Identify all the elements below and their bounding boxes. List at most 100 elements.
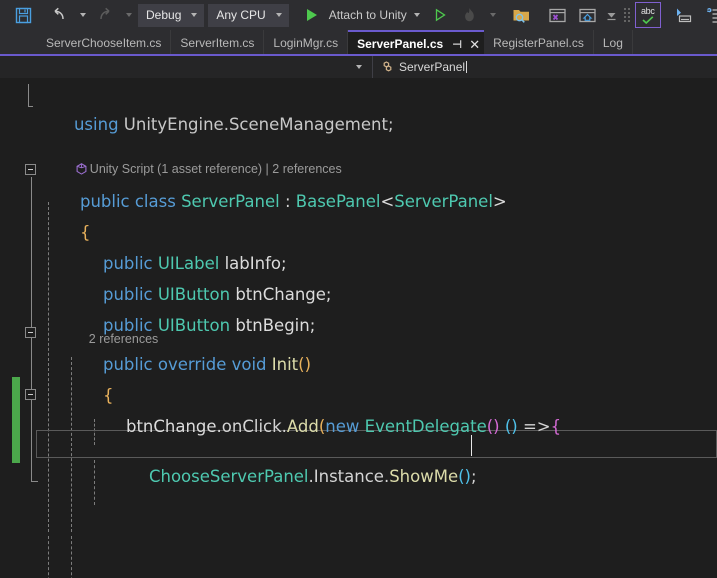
- undo-icon: [54, 7, 64, 20]
- chevron-down-icon: [490, 13, 497, 17]
- tab-serverpanel[interactable]: ServerPanel.cs ⊣ ✕: [348, 30, 485, 56]
- chevron-down-icon: [191, 13, 198, 17]
- spellcheck-label: abc: [640, 5, 655, 16]
- token-namespace: UnityEngine.SceneManagement;: [123, 115, 394, 134]
- tab-label: ServerChooseItem.cs: [46, 36, 162, 50]
- attach-to-unity-icon-button[interactable]: [543, 2, 573, 28]
- code-line-10[interactable]: public override void Init(): [61, 318, 311, 374]
- nav-text-caret: [466, 61, 468, 73]
- tab-serverchooseitem[interactable]: ServerChooseItem.cs: [37, 30, 172, 56]
- token-method: Init: [271, 355, 299, 374]
- text-caret: [471, 435, 472, 456]
- token-keyword: using: [73, 115, 119, 134]
- redo-icon: [100, 7, 110, 20]
- tab-label: LoginMgr.cs: [273, 36, 339, 50]
- open-unity-button[interactable]: [573, 2, 603, 28]
- code-line-12[interactable]: btnChange.onClick.Add(new EventDelegate(…: [84, 380, 561, 436]
- chevron-down-icon: [125, 13, 132, 17]
- navigate-backward-button[interactable]: [669, 2, 699, 28]
- token-lambda-parens: (): [504, 417, 518, 436]
- token-method: ShowMe: [389, 467, 459, 486]
- main-toolbar: Debug Any CPU Attach to Unity abc: [0, 0, 717, 30]
- unity-attach-icon: [549, 8, 566, 22]
- editor-navigation-bar: ServerPanel: [0, 56, 717, 78]
- solution-platform-value: Any CPU: [216, 8, 266, 22]
- spellcheck-toggle-button[interactable]: abc: [633, 2, 663, 28]
- tab-label: ServerItem.cs: [180, 36, 255, 50]
- token-parens: (): [298, 355, 312, 374]
- using-block-foot: [28, 106, 33, 107]
- solution-configuration-combo[interactable]: Debug: [138, 3, 205, 27]
- code-editor[interactable]: using UnityEngine.SceneManagement; Unity…: [0, 78, 717, 578]
- redo-button[interactable]: [90, 2, 120, 28]
- play-icon: [306, 9, 317, 21]
- tab-label: Log: [602, 36, 623, 50]
- start-debug-dropdown-button[interactable]: [409, 2, 425, 28]
- code-line-4[interactable]: public class ServerPanel : BasePanel<Ser…: [38, 155, 507, 211]
- tab-label: RegisterPanel.cs: [493, 36, 584, 50]
- member-name: ServerPanel: [399, 60, 466, 74]
- code-line-1[interactable]: using UnityEngine.SceneManagement;: [32, 78, 394, 134]
- chevron-down-icon: [275, 13, 282, 17]
- start-debug-label: Attach to Unity: [328, 8, 407, 22]
- code-line-14[interactable]: ChooseServerPanel.Instance.ShowMe();: [107, 430, 477, 486]
- token-type: ChooseServerPanel: [148, 467, 309, 486]
- undo-dropdown-button[interactable]: [74, 2, 90, 28]
- play-outline-icon: [435, 8, 446, 22]
- code-line-11[interactable]: {: [61, 349, 114, 405]
- nav-backward-icon: [677, 8, 692, 22]
- hot-reload-dropdown-button[interactable]: [485, 2, 501, 28]
- tab-serveritem[interactable]: ServerItem.cs: [171, 30, 265, 56]
- token-angler: >: [492, 192, 507, 211]
- member-dropdown[interactable]: ServerPanel: [373, 56, 717, 78]
- token-keyword: public override void: [102, 355, 272, 374]
- tab-list: ServerChooseItem.cs ServerItem.cs LoginM…: [0, 30, 717, 56]
- token-lambda-brace: {: [550, 417, 562, 436]
- code-text[interactable]: using UnityEngine.SceneManagement; Unity…: [0, 78, 717, 578]
- type-dropdown[interactable]: [0, 56, 373, 78]
- code-line-6[interactable]: public UILabel labInfo;: [61, 217, 287, 273]
- solution-platform-combo[interactable]: Any CPU: [208, 3, 289, 27]
- overflow-icon: [607, 13, 616, 21]
- hot-reload-button[interactable]: [455, 2, 485, 28]
- class-icon: [383, 60, 392, 71]
- token-anglel: <: [380, 192, 395, 211]
- toolbar-overflow-grip[interactable]: [623, 8, 630, 22]
- chevron-down-icon: [356, 65, 362, 69]
- start-debug-button[interactable]: [297, 2, 327, 28]
- redo-dropdown-button[interactable]: [120, 2, 136, 28]
- chevron-down-icon: [79, 13, 86, 17]
- token-colon: :: [279, 192, 296, 211]
- folder-search-icon: [513, 9, 530, 23]
- tab-loginmgr[interactable]: LoginMgr.cs: [264, 30, 349, 56]
- save-all-icon: [15, 7, 31, 23]
- token-keyword: public class: [79, 192, 182, 211]
- chevron-down-icon: [414, 13, 421, 17]
- code-line-16[interactable]: HideMe();: [107, 565, 229, 578]
- flame-icon: [465, 8, 475, 22]
- tab-registerpanel[interactable]: RegisterPanel.cs: [484, 30, 594, 56]
- using-block-guide: [28, 84, 29, 106]
- navigate-forward-button[interactable]: [699, 2, 717, 28]
- spellcheck-icon: abc: [634, 2, 661, 28]
- undo-button[interactable]: [44, 2, 74, 28]
- token-generic-arg: ServerPanel: [394, 192, 493, 211]
- editor-tab-bar: ServerChooseItem.cs ServerItem.cs LoginM…: [0, 30, 717, 56]
- token-member: .Instance.: [308, 467, 390, 486]
- start-without-debugging-button[interactable]: [425, 2, 455, 28]
- solution-configuration-value: Debug: [146, 8, 182, 22]
- code-line-5[interactable]: {: [38, 186, 91, 242]
- unity-home-icon: [579, 8, 596, 22]
- token-arrow: =>: [517, 417, 551, 436]
- check-icon: [642, 15, 654, 24]
- pin-icon[interactable]: ⊣: [452, 38, 462, 51]
- find-in-files-button[interactable]: [507, 2, 537, 28]
- nav-forward-icon: [707, 7, 717, 23]
- token-semicolon: ;: [470, 467, 477, 486]
- toolbar-more-button[interactable]: [603, 2, 621, 28]
- visual-studio-window: Debug Any CPU Attach to Unity abc Server…: [0, 0, 717, 578]
- close-icon[interactable]: ✕: [469, 38, 480, 51]
- save-all-button[interactable]: [8, 2, 38, 28]
- tab-log[interactable]: Log: [593, 30, 633, 56]
- code-line-7[interactable]: public UIButton btnChange;: [61, 248, 332, 304]
